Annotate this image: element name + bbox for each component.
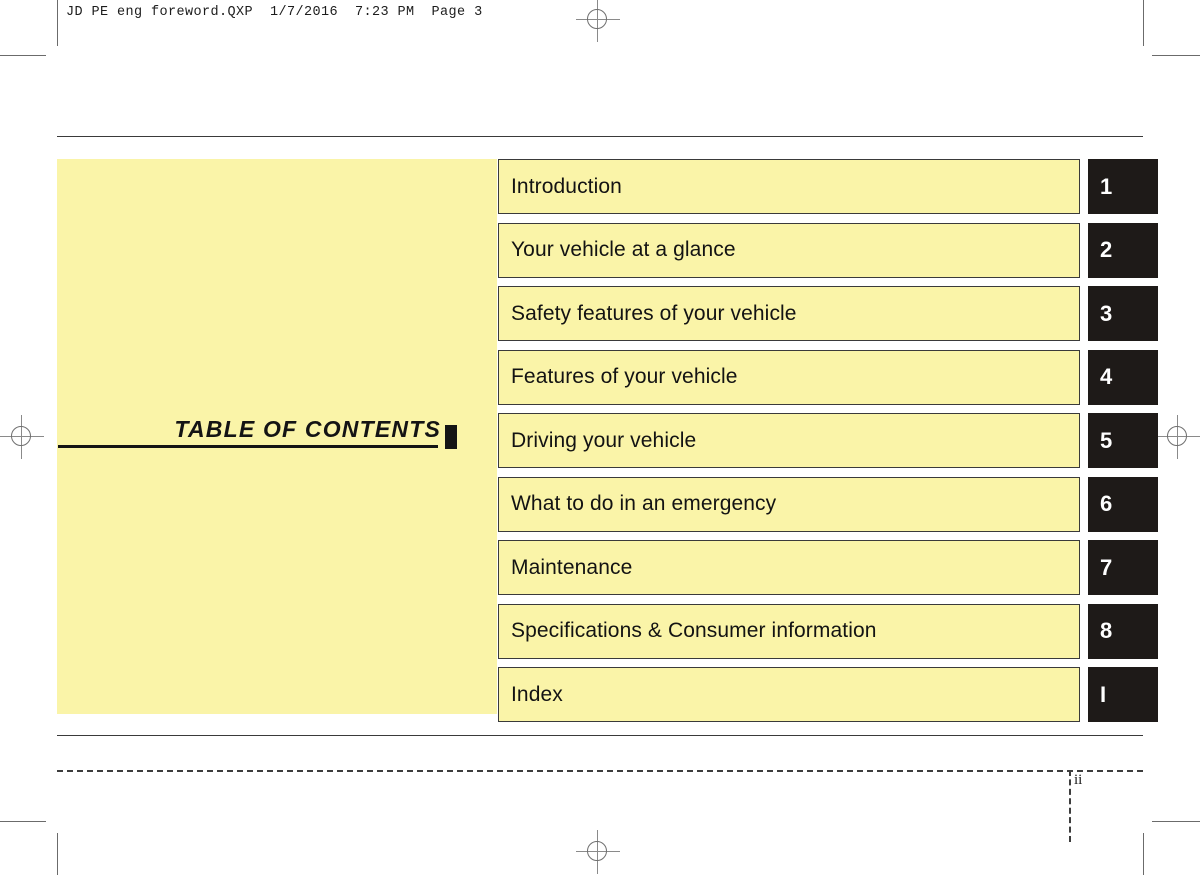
toc-row-driving-your-vehicle[interactable]: Driving your vehicle 5 (498, 413, 1158, 468)
toc-entry-label: Your vehicle at a glance (511, 238, 736, 261)
toc-chapter-tab[interactable]: 6 (1088, 476, 1158, 532)
toc-entry-label: Introduction (511, 174, 622, 198)
toc-chapter-number: 2 (1100, 237, 1113, 262)
toc-chapter-tab[interactable]: 3 (1088, 286, 1158, 341)
toc-entry-label: Index (511, 682, 563, 706)
toc-chapter-tab[interactable]: 4 (1088, 349, 1158, 405)
toc-chapter-number: 5 (1100, 427, 1113, 453)
toc-label-box[interactable]: Specifications & Consumer information (498, 603, 1080, 659)
registration-circle (11, 426, 31, 446)
toc-chapter-tab[interactable]: 2 (1088, 222, 1158, 278)
toc-chapter-tab[interactable]: 8 (1088, 603, 1158, 659)
slug-divider (57, 0, 58, 46)
crop-mark-top-right-vertical (1143, 0, 1144, 46)
toc-row-specifications-and-consumer-information[interactable]: Specifications & Consumer information 8 (498, 603, 1158, 659)
toc-chapter-number: 3 (1100, 300, 1113, 326)
toc-chapter-tab[interactable]: I (1088, 667, 1158, 722)
crop-mark-bottom-left-horizontal (0, 821, 46, 822)
registration-mark-right (1156, 415, 1200, 459)
toc-row-safety-features[interactable]: Safety features of your vehicle 3 (498, 286, 1158, 341)
toc-row-introduction[interactable]: Introduction 1 (498, 159, 1158, 214)
toc-row-maintenance[interactable]: Maintenance 7 (498, 540, 1158, 595)
registration-mark-left (0, 415, 44, 459)
page-title-block: TABLE OF CONTENTS (57, 405, 457, 453)
table-of-contents-list: Introduction 1 Your vehicle at a glance … (498, 159, 1158, 731)
toc-label-box[interactable]: Driving your vehicle (498, 413, 1080, 468)
crop-mark-bottom-left-vertical (57, 833, 58, 875)
toc-entry-label: Features of your vehicle (511, 365, 738, 388)
toc-label-box[interactable]: What to do in an emergency (498, 476, 1080, 532)
page-rule-bottom (57, 735, 1143, 736)
toc-row-your-vehicle-at-a-glance[interactable]: Your vehicle at a glance 2 (498, 222, 1158, 278)
crop-mark-top-left-horizontal (0, 55, 46, 56)
toc-entry-label: Safety features of your vehicle (511, 301, 797, 325)
toc-label-box[interactable]: Index (498, 667, 1080, 722)
registration-circle (1167, 426, 1187, 446)
crop-mark-bottom-right-horizontal (1152, 821, 1200, 822)
toc-chapter-number: 1 (1100, 173, 1113, 199)
page-number: ii (1074, 772, 1083, 788)
registration-circle (587, 841, 607, 861)
toc-chapter-tab[interactable]: 7 (1088, 540, 1158, 595)
page-rule-top (57, 136, 1143, 137)
toc-chapter-number: I (1100, 681, 1107, 707)
registration-circle (587, 9, 607, 29)
crop-mark-bottom-right-vertical (1143, 833, 1144, 875)
footer-dashed-rule-horizontal (57, 770, 1143, 772)
page-title: TABLE OF CONTENTS (174, 416, 441, 442)
title-end-marker (445, 425, 457, 449)
toc-row-features-of-your-vehicle[interactable]: Features of your vehicle 4 (498, 349, 1158, 405)
toc-label-box[interactable]: Your vehicle at a glance (498, 222, 1080, 278)
toc-row-index[interactable]: Index I (498, 667, 1158, 722)
toc-entry-label: Driving your vehicle (511, 428, 697, 452)
toc-chapter-tab[interactable]: 1 (1088, 159, 1158, 214)
title-underline (58, 445, 438, 448)
toc-entry-label: Specifications & Consumer information (511, 619, 877, 642)
toc-entry-label: What to do in an emergency (511, 492, 777, 515)
toc-entry-label: Maintenance (511, 555, 633, 579)
toc-chapter-number: 4 (1100, 364, 1113, 389)
toc-label-box[interactable]: Maintenance (498, 540, 1080, 595)
toc-chapter-tab[interactable]: 5 (1088, 413, 1158, 468)
file-slug-line: JD PE eng foreword.QXP 1/7/2016 7:23 PM … (66, 5, 483, 20)
registration-mark-bottom (576, 830, 620, 874)
crop-mark-top-right-horizontal (1152, 55, 1200, 56)
toc-label-box[interactable]: Introduction (498, 159, 1080, 214)
toc-label-box[interactable]: Safety features of your vehicle (498, 286, 1080, 341)
toc-chapter-number: 8 (1100, 618, 1113, 643)
footer-dashed-rule-vertical (1069, 770, 1071, 842)
toc-chapter-number: 7 (1100, 554, 1113, 580)
toc-row-what-to-do-in-an-emergency[interactable]: What to do in an emergency 6 (498, 476, 1158, 532)
registration-mark-top (576, 0, 620, 42)
toc-label-box[interactable]: Features of your vehicle (498, 349, 1080, 405)
toc-chapter-number: 6 (1100, 491, 1113, 516)
